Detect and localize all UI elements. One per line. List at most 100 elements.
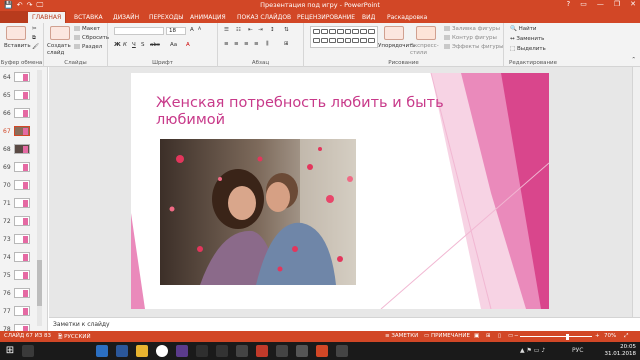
find-button[interactable]: 🔍 Найти [510, 26, 536, 32]
shadow-button[interactable]: S [141, 42, 145, 48]
zoom-out-button[interactable]: − [514, 333, 519, 339]
editor-scrollbar[interactable] [632, 67, 640, 317]
copy-icon[interactable]: ⧉ [32, 35, 36, 42]
tab-review[interactable]: РЕЦЕНЗИРОВАНИЕ [297, 14, 355, 21]
tab-view[interactable]: ВИД [362, 14, 375, 21]
clock[interactable]: 20:05 31.01.2018 [605, 344, 637, 358]
shape-fill-button[interactable]: Заливка фигуры [444, 26, 500, 32]
notes-toggle[interactable]: ≡ ЗАМЕТКИ [385, 333, 418, 339]
zoom-slider-handle[interactable] [566, 334, 569, 340]
shape-effects-button[interactable]: Эффекты фигуры [444, 44, 504, 50]
tab-slideshow[interactable]: ПОКАЗ СЛАЙДОВ [237, 14, 291, 21]
reading-view-icon[interactable]: ▯ [498, 333, 501, 339]
ribbon: Вставить ✂ ⧉ 🖌 Буфер обмена Создать слай… [0, 23, 640, 67]
thumbnails-scrollbar[interactable] [37, 70, 42, 326]
paste-icon[interactable] [6, 26, 26, 40]
align-right-icon[interactable]: ≡ [244, 41, 249, 47]
reset-button[interactable]: Сбросить [74, 35, 109, 41]
taskbar-app-icon[interactable] [96, 345, 108, 357]
group-paragraph: ☰ ☷ ⇤ ⇥ ↕ ⇅ ≡ ≡ ≡ ≡ ⫼ ⊞ Абзац [218, 23, 304, 67]
align-left-icon[interactable]: ≡ [224, 41, 229, 47]
collapse-ribbon-icon[interactable]: ⌃ [631, 57, 636, 63]
arrange-icon[interactable] [384, 26, 404, 40]
font-name-field[interactable] [114, 27, 164, 35]
section-button[interactable]: Раздел [74, 44, 102, 50]
close-button[interactable]: ✕ [630, 0, 636, 8]
taskbar-app-icon[interactable] [236, 345, 248, 357]
decrease-indent-icon[interactable]: ⇤ [248, 27, 253, 33]
word-icon[interactable] [116, 345, 128, 357]
tab-home[interactable]: ГЛАВНАЯ [28, 12, 66, 23]
new-slide-icon[interactable] [50, 26, 70, 40]
increase-indent-icon[interactable]: ⇥ [258, 27, 263, 33]
quick-styles-button[interactable]: Экспресс-стили [410, 43, 440, 57]
tray-language[interactable]: РУС [572, 347, 583, 354]
font-size-field[interactable]: 18 [166, 27, 186, 35]
restore-button[interactable]: ❐ [614, 0, 620, 8]
slide-canvas[interactable]: Женская потребность любить и быть любимо… [131, 73, 549, 309]
help-icon[interactable]: ? [567, 0, 571, 8]
underline-button[interactable]: Ч [132, 42, 136, 48]
thumbnail-image [14, 324, 30, 331]
notes-pane[interactable]: Заметки к слайду [49, 317, 640, 331]
zoom-slider[interactable] [520, 336, 592, 337]
couple-photo[interactable] [160, 139, 356, 285]
font-color-button[interactable]: A [186, 42, 190, 48]
bullets-icon[interactable]: ☰ [224, 27, 229, 33]
quick-styles-icon[interactable] [416, 26, 436, 40]
taskbar-app-icon[interactable] [276, 345, 288, 357]
fit-slide-icon[interactable]: ⤢ [624, 333, 628, 340]
taskbar-app-icon[interactable] [316, 345, 328, 357]
taskbar-app-icon[interactable] [216, 345, 228, 357]
shape-outline-button[interactable]: Контур фигуры [444, 35, 497, 41]
start-button[interactable]: ⊞ [4, 345, 16, 357]
replace-button[interactable]: ↔ Заменить [510, 36, 544, 42]
tab-design[interactable]: ДИЗАЙН [113, 14, 139, 21]
strikethrough-button[interactable]: abc [150, 42, 160, 48]
italic-button[interactable]: К [123, 42, 127, 48]
taskbar-app-icon[interactable] [256, 345, 268, 357]
taskbar-app-icon[interactable] [296, 345, 308, 357]
paste-button[interactable]: Вставить [4, 43, 31, 49]
group-clipboard: Вставить ✂ ⧉ 🖌 Буфер обмена [0, 23, 44, 67]
notes-placeholder: Заметки к слайду [53, 321, 110, 328]
slideshow-view-icon[interactable]: ▭ [508, 333, 513, 339]
change-case-button[interactable]: Аа [170, 42, 177, 48]
numbering-icon[interactable]: ☷ [236, 27, 241, 33]
slide-title[interactable]: Женская потребность любить и быть любимо… [156, 95, 446, 129]
font-shrink-button[interactable]: A [198, 27, 201, 32]
line-spacing-icon[interactable]: ↕ [270, 27, 275, 33]
format-painter-icon[interactable]: 🖌 [32, 44, 39, 50]
text-direction-icon[interactable]: ⇅ [284, 27, 289, 33]
zoom-in-button[interactable]: + [595, 333, 600, 339]
sorter-view-icon[interactable]: ⊞ [486, 333, 491, 339]
ribbon-display-icon[interactable]: ▭ [580, 0, 587, 8]
language-indicator[interactable]: 🗎 РУССКИЙ [58, 333, 91, 342]
minimize-button[interactable]: — [597, 0, 604, 8]
font-grow-button[interactable]: A [190, 27, 194, 33]
new-slide-button[interactable]: Создать слайд [47, 43, 73, 57]
layout-button[interactable]: Макет [74, 26, 100, 32]
zoom-level[interactable]: 70% [604, 333, 616, 339]
select-button[interactable]: ⬚ Выделить [510, 46, 546, 52]
taskbar-app-icon[interactable] [336, 345, 348, 357]
align-center-icon[interactable]: ≡ [234, 41, 239, 47]
bold-button[interactable]: Ж [114, 42, 121, 48]
justify-icon[interactable]: ≡ [254, 41, 259, 47]
columns-icon[interactable]: ⫼ [266, 41, 269, 48]
tray-icons[interactable]: ▲ ⚑ ▭ ♪ [520, 347, 545, 354]
shapes-gallery[interactable] [310, 26, 378, 48]
tab-insert[interactable]: ВСТАВКА [74, 14, 103, 21]
explorer-icon[interactable] [136, 345, 148, 357]
taskbar-app-icon[interactable] [196, 345, 208, 357]
smartart-icon[interactable]: ⊞ [284, 41, 289, 47]
cut-icon[interactable]: ✂ [32, 26, 37, 32]
tab-animations[interactable]: АНИМАЦИЯ [190, 14, 226, 21]
comments-toggle[interactable]: ▭ ПРИМЕЧАНИЕ [424, 333, 470, 339]
taskbar-app-icon[interactable] [176, 345, 188, 357]
tab-storyboard[interactable]: Раскадровка [387, 14, 427, 21]
tab-transitions[interactable]: ПЕРЕХОДЫ [149, 14, 184, 21]
normal-view-icon[interactable]: ▣ [474, 333, 479, 339]
taskbar-app-icon[interactable] [22, 345, 34, 357]
chrome-icon[interactable] [156, 345, 168, 357]
